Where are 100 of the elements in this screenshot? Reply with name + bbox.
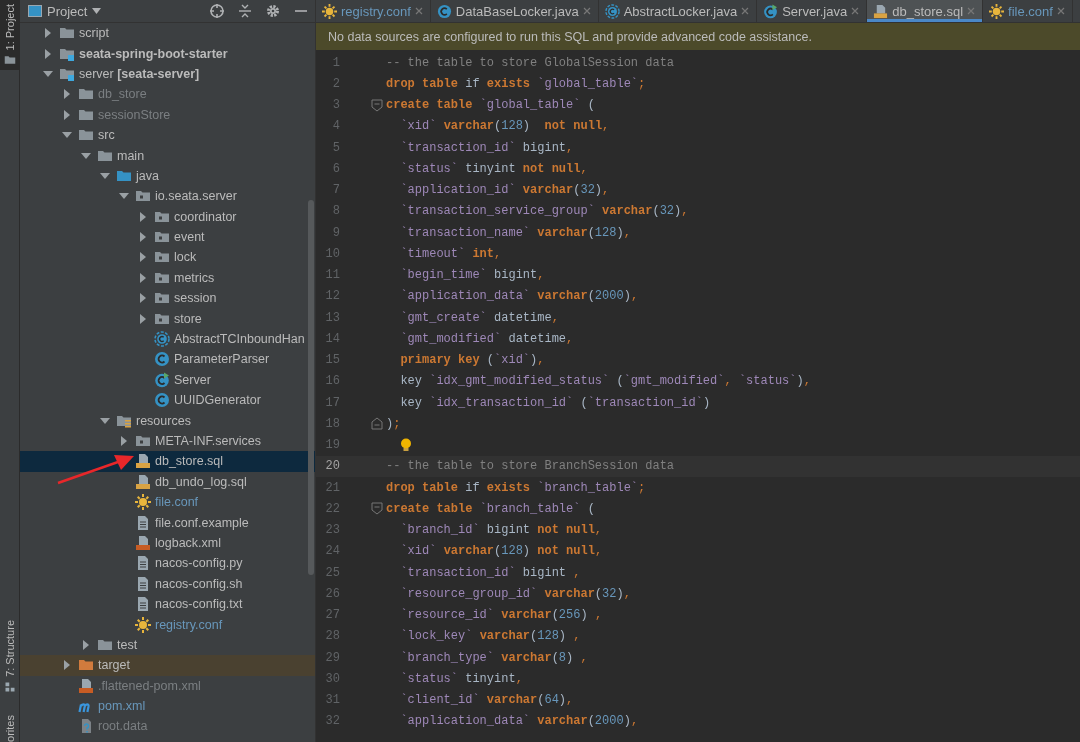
tree-item[interactable]: logback.xml xyxy=(20,532,315,554)
tree-item[interactable]: metrics xyxy=(20,267,315,289)
code-line: `begin_time` bigint, xyxy=(399,268,545,283)
line-number: 7 xyxy=(331,183,340,198)
tree-item[interactable]: nacos-config.py xyxy=(20,553,315,574)
xml-file-icon xyxy=(135,534,151,551)
editor-tab[interactable]: AbstractLocker.java xyxy=(598,0,758,22)
tree-item[interactable]: nacos-config.sh xyxy=(20,573,315,594)
tree-item[interactable]: target xyxy=(20,655,315,676)
tree-item[interactable]: script xyxy=(20,23,315,44)
tree-item[interactable]: io.seata.server xyxy=(20,186,315,207)
tree-item[interactable]: UUIDGenerator xyxy=(20,390,315,411)
line-number: 17 xyxy=(324,395,340,410)
tree-item[interactable]: event xyxy=(20,226,315,248)
tree-item[interactable]: test xyxy=(20,634,315,656)
tree-item[interactable]: pom.xml xyxy=(20,695,315,717)
line-number: 18 xyxy=(324,416,340,431)
editor-tab[interactable]: db_store.sql xyxy=(867,0,984,22)
editor-tab[interactable]: file.conf xyxy=(983,0,1073,22)
tree-item[interactable]: file.conf xyxy=(20,492,315,513)
fold-marker-icon[interactable] xyxy=(371,98,383,112)
code-line: `resource_group_id` varchar(32), xyxy=(399,586,631,601)
sql-file-icon xyxy=(135,453,151,470)
text-file-icon xyxy=(135,555,151,572)
line-number: 30 xyxy=(324,671,340,686)
tree-item[interactable]: main xyxy=(20,145,315,166)
line-number: 16 xyxy=(324,374,340,389)
settings-icon[interactable] xyxy=(265,3,281,19)
class-icon xyxy=(436,3,452,19)
fold-marker-icon[interactable] xyxy=(371,502,383,516)
sun-icon xyxy=(135,616,151,633)
tree-item[interactable]: java xyxy=(20,165,315,187)
line-number: 29 xyxy=(324,650,340,665)
code-line: -- the table to store GlobalSession data xyxy=(386,55,675,70)
line-number: 6 xyxy=(331,161,340,176)
line-number: 22 xyxy=(324,501,340,516)
abstract-class-icon xyxy=(604,3,620,19)
line-number: 20 xyxy=(324,459,340,474)
code-line: `gmt_create` datetime, xyxy=(399,310,559,325)
expand-arrow[interactable] xyxy=(99,170,111,181)
line-number: 27 xyxy=(324,608,340,623)
tree-item[interactable]: Server xyxy=(20,369,315,391)
close-icon[interactable] xyxy=(582,7,591,15)
line-number: 4 xyxy=(331,119,340,134)
tree-item[interactable]: ParameterParser xyxy=(20,349,315,370)
fold-marker-icon[interactable] xyxy=(371,417,383,431)
tree-item[interactable]: server [seata-server] xyxy=(20,63,315,85)
class-icon xyxy=(154,392,170,409)
tool-window-tab[interactable]: 7: Structure xyxy=(0,616,19,698)
tree-item[interactable]: db_undo_log.sql xyxy=(20,471,315,492)
tree-item[interactable]: seata-spring-boot-starter xyxy=(20,43,315,64)
editor-tab[interactable]: registry.conf xyxy=(316,0,431,22)
expand-arrow[interactable] xyxy=(99,415,111,426)
tool-window-tab[interactable]: 1: Project xyxy=(0,0,19,71)
code-line: drop table if exists `global_table`; xyxy=(386,76,646,91)
line-number: 1 xyxy=(331,55,340,70)
tree-item[interactable]: src xyxy=(20,124,315,146)
tree-item[interactable]: db_store.sql xyxy=(20,451,315,472)
line-number: 14 xyxy=(324,331,340,346)
line-number: 25 xyxy=(324,565,340,580)
tree-item[interactable]: lock xyxy=(20,247,315,268)
tool-window-tab[interactable]: orites xyxy=(0,711,19,742)
sql-file-icon xyxy=(135,473,151,490)
tree-item[interactable]: META-INF.services xyxy=(20,430,315,452)
close-icon[interactable] xyxy=(851,7,860,15)
line-number: 2 xyxy=(331,76,340,91)
tree-item[interactable]: AbstractTCInboundHan xyxy=(20,328,315,350)
close-icon[interactable] xyxy=(1056,7,1065,15)
sun-icon xyxy=(989,3,1005,19)
close-icon[interactable] xyxy=(414,7,423,15)
code-line: `xid` varchar(128) not null, xyxy=(399,119,610,134)
line-number: 26 xyxy=(324,586,340,601)
scrollbar[interactable] xyxy=(308,200,314,575)
tree-item[interactable]: resources xyxy=(20,410,315,431)
expand-arrow[interactable] xyxy=(80,150,92,161)
close-icon[interactable] xyxy=(741,7,750,15)
class-icon xyxy=(154,351,170,368)
code-line: `branch_id` bigint not null, xyxy=(399,523,603,538)
line-number: 19 xyxy=(324,438,340,453)
code-line: `timeout` int, xyxy=(399,246,502,261)
xml-file-icon xyxy=(78,677,94,694)
code-line: create table `branch_table` ( xyxy=(386,501,595,516)
tree-item[interactable]: coordinator xyxy=(20,206,315,227)
notification-banner: No data sources are configured to run this SQL and provide advanced code assistance. xyxy=(316,23,1080,50)
tree-item[interactable]: file.conf.example xyxy=(20,512,315,533)
expand-arrow[interactable] xyxy=(42,68,54,79)
line-number: 15 xyxy=(324,353,340,368)
tree-item[interactable]: session xyxy=(20,288,315,309)
line-number: 24 xyxy=(324,544,340,559)
code-line: `application_data` varchar(2000), xyxy=(399,714,639,729)
tree-item[interactable]: store xyxy=(20,308,315,329)
collapse-all-icon[interactable] xyxy=(237,3,253,19)
editor-tab[interactable]: DataBaseLocker.java xyxy=(430,0,599,22)
lightbulb-icon[interactable] xyxy=(400,438,412,453)
code-line: `gmt_modified` datetime, xyxy=(399,331,574,346)
locate-icon[interactable] xyxy=(209,3,225,19)
tree-item[interactable]: nacos-config.txt xyxy=(20,593,315,615)
code-line: `transaction_id` bigint , xyxy=(399,565,581,580)
tree-item[interactable]: registry.conf xyxy=(20,614,315,635)
project-view-selector[interactable]: Project xyxy=(28,3,102,19)
